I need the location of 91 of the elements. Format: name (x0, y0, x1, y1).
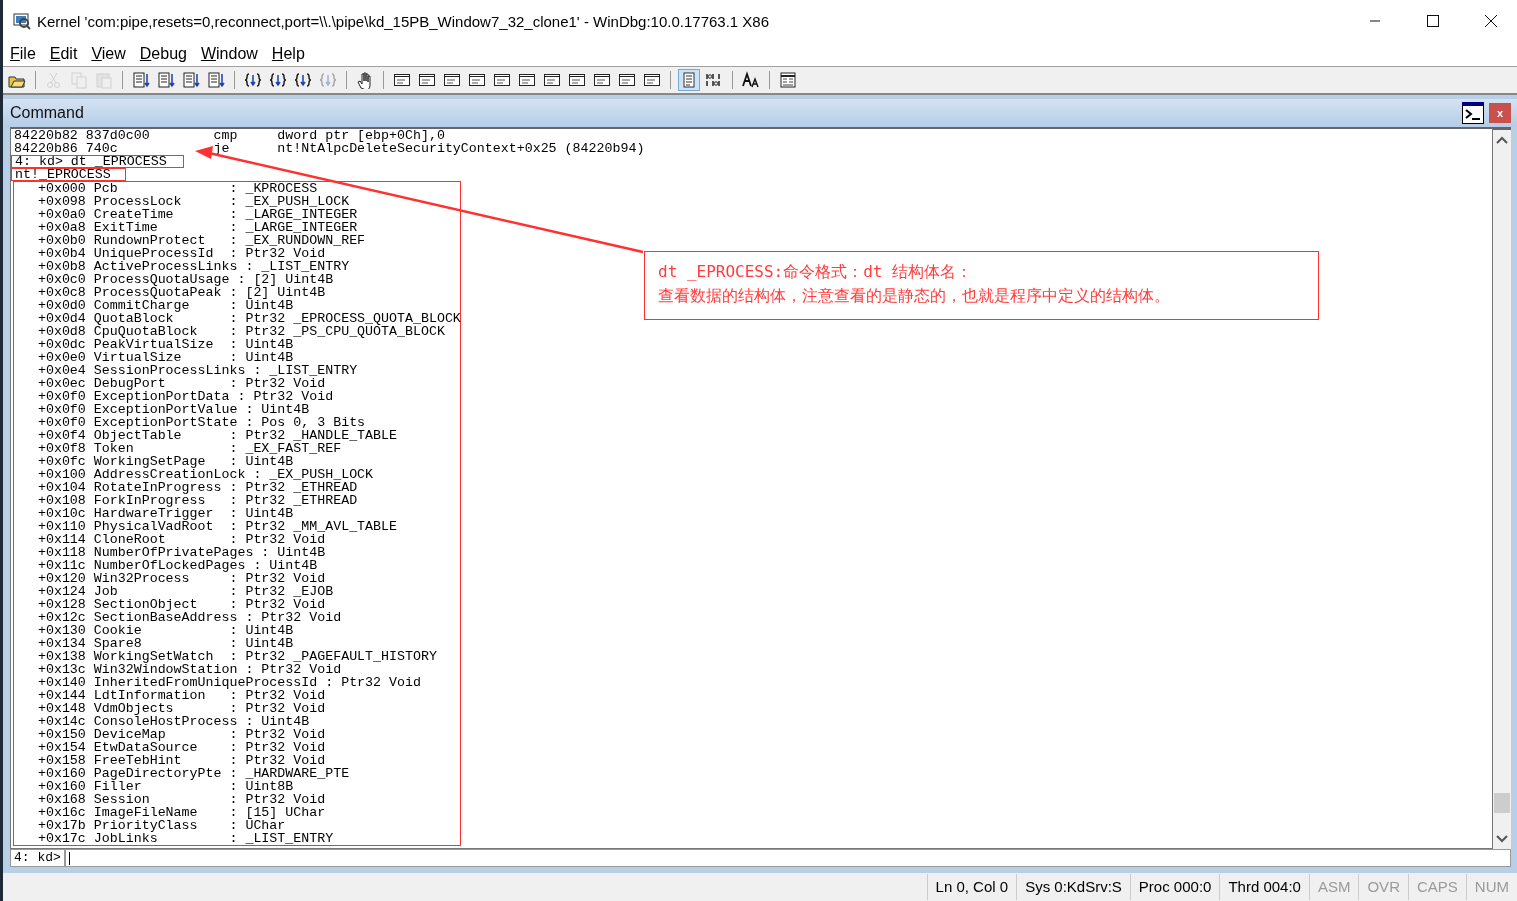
field-line: +0x0e4 SessionProcessLinks : _LIST_ENTRY (36, 364, 359, 377)
menu-item[interactable]: File (10, 45, 36, 63)
field-line: +0x0b0 RundownProtect : _EX_RUNDOWN_REF (36, 234, 367, 247)
field-line: +0x118 NumberOfPrivatePages : Uint4B (36, 546, 327, 559)
field-line: +0x130 Cookie : Uint4B (36, 624, 295, 637)
field-line: +0x0c8 ProcessQuotaPeak : [2] Uint4B (36, 286, 327, 299)
field-line: +0x160 PageDirectoryPte : _HARDWARE_PTE (36, 767, 351, 780)
disassembly-line: 84220b82 837d0c00 cmp dword ptr [ebp+0Ch],0 (14, 129, 445, 142)
prompt-label: 4: kd> (10, 849, 65, 867)
field-line: +0x154 EtwDataSource : Ptr32 Void (36, 741, 327, 754)
field-line: +0x14c ConsoleHostProcess : Uint4B (36, 715, 311, 728)
app-icon (13, 12, 31, 30)
brace-icon[interactable] (243, 70, 263, 90)
scroll-thumb[interactable] (1494, 793, 1510, 813)
code-icon[interactable] (206, 70, 226, 90)
menu-item[interactable]: Help (271, 45, 305, 63)
field-line: +0x12c SectionBaseAddress : Ptr32 Void (36, 611, 343, 624)
field-line: +0x160 Filler : Uint8B (36, 780, 295, 793)
status-item: Thrd 004:0 (1219, 874, 1309, 900)
field-line: +0x114 CloneRoot : Ptr32 Void (36, 533, 327, 546)
scrollbar[interactable] (1493, 127, 1511, 849)
menu-item[interactable]: Edit (49, 45, 78, 63)
field-line: +0x158 FreeTebHint : Ptr32 Void (36, 754, 327, 767)
status-item: Proc 000:0 (1129, 874, 1220, 900)
field-line: +0x148 VdmObjects : Ptr32 Void (36, 702, 327, 715)
field-line: +0x17b PriorityClass : UChar (36, 819, 287, 832)
field-line: +0x124 Job : Ptr32 _EJOB (36, 585, 335, 598)
type-name: nt!_EPROCESS (11, 168, 126, 181)
field-line: +0x150 DeviceMap : Ptr32 Void (36, 728, 327, 741)
menu-item[interactable]: View (91, 45, 126, 63)
font-icon[interactable] (741, 70, 761, 90)
scroll-down-icon[interactable] (1496, 835, 1508, 843)
field-line: +0x104 RotateInProgress : Ptr32 _ETHREAD (36, 481, 359, 494)
field-line: +0x10c HardwareTrigger : Uint4B (36, 507, 295, 520)
field-line: +0x110 PhysicalVadRoot : Ptr32 _MM_AVL_TABLE (36, 520, 398, 533)
field-line: +0x144 LdtInformation : Ptr32 Void (36, 689, 327, 702)
field-line: +0x0b8 ActiveProcessLinks : _LIST_ENTRY (36, 260, 351, 273)
scroll-up-icon[interactable] (1496, 136, 1508, 144)
field-line: +0x0f0 ExceptionPortState : Pos 0, 3 Bits (36, 416, 367, 429)
field-line: +0x138 WorkingSetWatch : Ptr32 _PAGEFAULT_HISTORY (36, 650, 438, 663)
brace-icon[interactable] (293, 70, 313, 90)
field-line: +0x168 Session : Ptr32 Void (36, 793, 327, 806)
field-line: +0x000 Pcb : _KPROCESS (36, 182, 319, 195)
field-line: +0x0d0 CommitCharge : Uint4B (36, 299, 295, 312)
field-line: +0x0fc WorkingSetPage : Uint4B (36, 455, 295, 468)
field-line: +0x0f8 Token : _EX_FAST_REF (36, 442, 343, 455)
source-icon[interactable] (679, 70, 699, 90)
brace-icon[interactable] (268, 70, 288, 90)
command-input[interactable] (64, 849, 1511, 867)
code-icon[interactable] (131, 70, 151, 90)
maximize-icon[interactable] (1427, 15, 1439, 27)
close-button[interactable]: x (1489, 103, 1511, 123)
annotation-text: dt _EPROCESS:命令格式：dt 结构体名： (658, 261, 974, 283)
field-line: +0x120 Win32Process : Ptr32 Void (36, 572, 327, 585)
close-icon[interactable] (1485, 15, 1497, 27)
status-item: NUM (1465, 874, 1517, 900)
field-line: +0x11c NumberOfLockedPages : Uint4B (36, 559, 319, 572)
field-line: +0x0dc PeakVirtualSize : Uint4B (36, 338, 294, 351)
field-line: +0x16c ImageFileName : [15] UChar (36, 806, 327, 819)
field-line: +0x0e0 VirtualSize : Uint4B (36, 351, 295, 364)
field-line: +0x128 SectionObject : Ptr32 Void (36, 598, 327, 611)
field-line: +0x0a8 ExitTime : _LARGE_INTEGER (36, 221, 359, 234)
menu-item[interactable]: Debug (139, 45, 187, 63)
status-item: Sys 0:KdSrv:S (1016, 874, 1130, 900)
field-line: +0x0b4 UniqueProcessId : Ptr32 Void (36, 247, 327, 260)
field-line: +0x0f4 ObjectTable : Ptr32 _HANDLE_TABLE (36, 429, 398, 442)
status-item: ASM (1308, 874, 1359, 900)
field-line: +0x134 Spare8 : Uint4B (36, 637, 295, 650)
field-line: +0x0ec DebugPort : Ptr32 Void (36, 377, 327, 390)
field-line: +0x108 ForkInProgress : Ptr32 _ETHREAD (36, 494, 359, 507)
annotation-text: 查看数据的结构体，注意查看的是静态的，也就是程序中定义的结构体。 (658, 285, 1171, 307)
field-line: +0x0f0 ExceptionPortData : Ptr32 Void (36, 390, 335, 403)
window-title: Kernel 'com:pipe,resets=0,reconnect,port=\\.\pipe\kd_15PB_Window7_32_clone1' - WinDbg:10.0.17763.1 X86 (37, 12, 770, 30)
menu-item[interactable]: Window (200, 45, 258, 63)
field-line: +0x17c JobLinks : _LIST_ENTRY (36, 832, 335, 845)
code-icon[interactable] (156, 70, 176, 90)
field-line: +0x0a0 CreateTime : _LARGE_INTEGER (36, 208, 359, 221)
field-line: +0x100 AddressCreationLock : _EX_PUSH_LOCK (36, 468, 375, 481)
status-item: Ln 0, Col 0 (926, 874, 1017, 900)
field-line: +0x098 ProcessLock : _EX_PUSH_LOCK (36, 195, 351, 208)
panel-title: Command (10, 104, 84, 122)
field-line: +0x13c Win32WindowStation : Ptr32 Void (36, 663, 343, 676)
code-icon[interactable] (181, 70, 201, 90)
console-icon[interactable] (1462, 102, 1484, 124)
field-line: +0x0f0 ExceptionPortValue : Uint4B (36, 403, 311, 416)
settings-icon[interactable] (778, 70, 798, 90)
field-line: +0x0c0 ProcessQuotaUsage : [2] Uint4B (36, 273, 335, 286)
status-item: CAPS (1407, 874, 1466, 900)
field-line: +0x0d8 CpuQuotaBlock : Ptr32 _PS_CPU_QUOTA_BLOCK (36, 325, 445, 338)
status-item: OVR (1358, 874, 1408, 900)
field-line: +0x140 InheritedFromUniqueProcessId : Ptr32 Void (36, 676, 422, 689)
